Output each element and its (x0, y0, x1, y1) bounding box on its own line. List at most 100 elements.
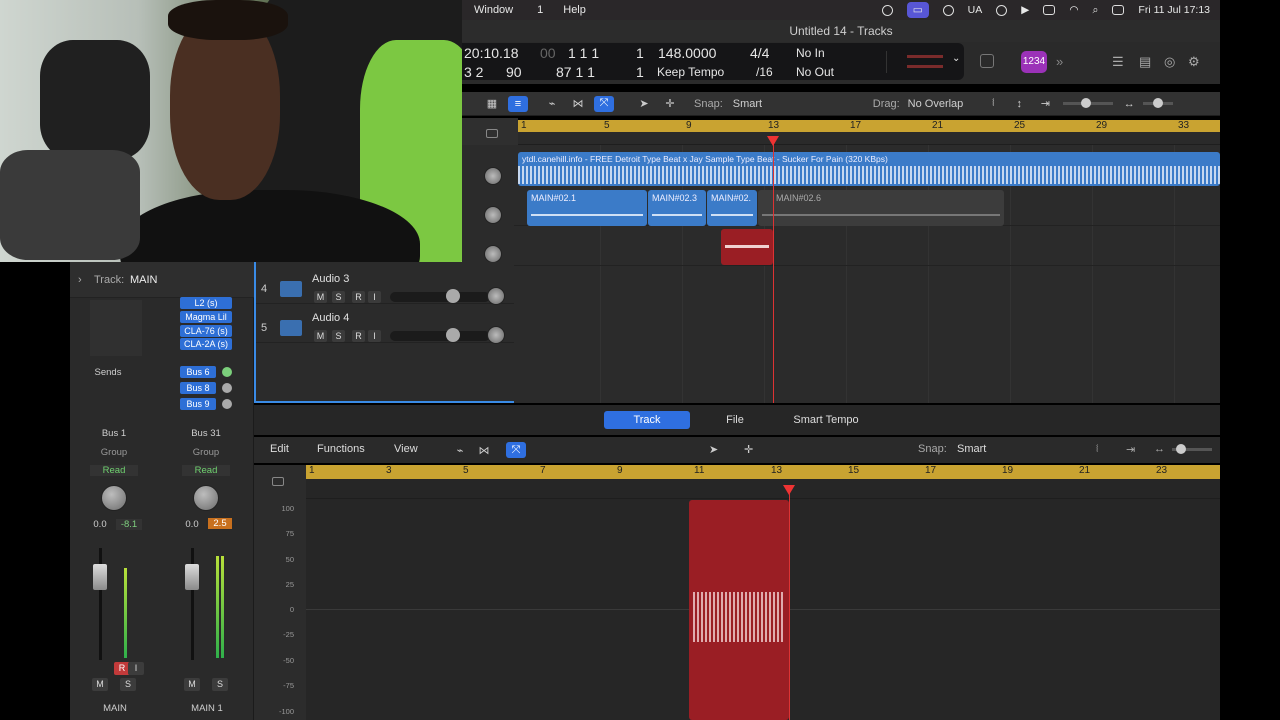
search-icon[interactable]: ⌕ (1093, 4, 1099, 17)
input-language[interactable]: UA (968, 4, 983, 16)
vertical-zoom-slider[interactable] (1063, 98, 1114, 108)
solo-button[interactable]: S (332, 330, 345, 342)
vertical-zoom-icon[interactable]: ↕ (1009, 96, 1029, 112)
zoom-slider[interactable] (1172, 444, 1212, 454)
audio-track-editor[interactable] (306, 479, 1220, 720)
clock[interactable]: Fri 11 Jul 17:13 (1138, 4, 1210, 16)
volume-slider[interactable] (390, 331, 490, 341)
record-button[interactable]: R (352, 330, 365, 342)
volume-slider[interactable] (390, 292, 490, 302)
mute-icon[interactable] (980, 54, 994, 68)
ch2-group[interactable]: Group (182, 447, 230, 458)
ch1-solo-button[interactable]: S (120, 678, 136, 691)
play-icon[interactable]: ▶ (1021, 4, 1029, 16)
plugin-slot[interactable]: CLA-76 (s) (180, 325, 232, 337)
lcd-tempo[interactable]: 148.0000 (658, 45, 716, 61)
snap-select[interactable]: Smart (957, 443, 986, 455)
flex-icon[interactable]: ⋈ (474, 442, 494, 458)
count-in-badge[interactable]: 1234 (1021, 51, 1047, 73)
ch2-fader[interactable] (185, 564, 199, 590)
pan-knob[interactable] (484, 167, 502, 185)
ch1-automation[interactable]: Read (90, 465, 138, 476)
global-tracks-icon[interactable] (486, 129, 498, 138)
audio-region-main6[interactable]: MAIN#02.6 (758, 190, 1004, 226)
menu-view[interactable]: View (394, 443, 418, 455)
sync-icon[interactable] (996, 4, 1008, 16)
screen-record-icon[interactable]: ▭ (906, 2, 929, 18)
send-slot[interactable]: Bus 6 (180, 366, 216, 378)
lcd-out[interactable]: No Out (796, 65, 834, 79)
pan-knob[interactable] (487, 287, 505, 305)
ch2-solo-button[interactable]: S (212, 678, 228, 691)
send-knob[interactable] (222, 367, 232, 377)
tab-smart-tempo[interactable]: Smart Tempo (782, 411, 870, 429)
pan-knob[interactable] (484, 245, 502, 263)
disclosure-icon[interactable]: › (78, 274, 82, 286)
record-button[interactable]: R (352, 291, 365, 303)
audio-region-beat[interactable]: ytdl.canehill.info - FREE Detroit Type B… (518, 152, 1220, 186)
input-button[interactable]: I (368, 330, 381, 342)
tab-file[interactable]: File (698, 411, 772, 429)
ch2-mute-button[interactable]: M (184, 678, 200, 691)
menu-functions[interactable]: Functions (317, 443, 365, 455)
ch2-automation[interactable]: Read (182, 465, 230, 476)
lcd-display[interactable]: 20:10.18 00 1 1 1 1 148.0000 4/4 No In 3… (462, 43, 964, 80)
audio-region-editor[interactable] (689, 500, 789, 720)
lcd-in[interactable]: No In (796, 46, 825, 60)
loops-icon[interactable]: ◎ (1164, 54, 1175, 70)
catch-icon[interactable]: ⤧ (594, 95, 614, 112)
input-monitor-button[interactable]: I (128, 662, 144, 675)
send-slot[interactable]: Bus 9 (180, 398, 216, 410)
volume-handle[interactable] (446, 328, 460, 342)
automation-icon[interactable]: ⌁ (450, 442, 470, 458)
waveform-zoom-icon[interactable]: ⧙ (1096, 443, 1098, 456)
pencil-tool-icon[interactable]: ✛ (744, 443, 753, 456)
snap-select[interactable]: Smart (733, 98, 853, 110)
mute-button[interactable]: M (314, 291, 327, 303)
empty-insert-slots[interactable] (90, 300, 142, 356)
playhead[interactable] (773, 136, 774, 403)
pan-knob[interactable] (487, 326, 505, 344)
track-name[interactable]: Audio 4 (312, 312, 349, 324)
mute-button[interactable]: M (314, 330, 327, 342)
track-name[interactable]: Audio 3 (312, 273, 349, 285)
audio-region-main3[interactable]: MAIN#02.3 (648, 190, 706, 226)
menu-1[interactable]: 1 (537, 4, 543, 16)
horizontal-zoom-icon[interactable]: ↔ (1154, 443, 1165, 455)
catch-icon[interactable]: ⤧ (506, 442, 526, 458)
chevron-down-icon[interactable]: ⌄ (952, 53, 960, 64)
lcd-tempo-mode[interactable]: Keep Tempo (657, 65, 724, 79)
wifi-icon[interactable]: ◠ (1069, 4, 1078, 16)
ch2-pan-knob[interactable] (193, 485, 219, 511)
ch1-fader[interactable] (93, 564, 107, 590)
tab-track[interactable]: Track (604, 411, 690, 429)
ch2-output[interactable]: Bus 31 (182, 428, 230, 439)
plugin-slot[interactable]: Magma Lil (180, 311, 232, 323)
pan-knob[interactable] (484, 206, 502, 224)
horizontal-zoom-slider[interactable] (1143, 98, 1174, 108)
waveform-zoom-icon[interactable]: ⧙ (983, 96, 1003, 112)
horizontal-fit-icon[interactable]: ⇥ (1035, 96, 1055, 112)
inspector-header[interactable]: › Track: MAIN (70, 262, 254, 298)
track-row[interactable]: 4 Audio 3 M S R I (256, 265, 514, 305)
ch1-group[interactable]: Group (90, 447, 138, 458)
ruler-top[interactable]: 1 5 9 13 17 21 25 29 33 (518, 120, 1220, 132)
battery-icon[interactable] (1043, 5, 1056, 15)
chevron-right-icon[interactable]: » (1056, 54, 1063, 69)
pointer-tool-icon[interactable]: ➤ (634, 96, 654, 112)
tool-icon[interactable] (881, 4, 893, 16)
horizontal-zoom-icon[interactable]: ↔ (1119, 96, 1139, 112)
ch1-output[interactable]: Bus 1 (90, 428, 138, 439)
flex-icon[interactable]: ⋈ (568, 96, 588, 112)
menu-edit[interactable]: Edit (270, 443, 289, 455)
plugin-slot[interactable]: L2 (s) (180, 297, 232, 309)
audio-region-main1[interactable]: MAIN#02.1 (527, 190, 647, 226)
audio-region-main2[interactable]: MAIN#02. (707, 190, 757, 226)
browser-icon[interactable]: ⚙ (1188, 54, 1200, 70)
menu-window[interactable]: Window (474, 4, 513, 16)
input-button[interactable]: I (368, 291, 381, 303)
automation-icon[interactable]: ⌁ (542, 96, 562, 112)
audio-region-red[interactable] (721, 229, 773, 265)
editor-playhead[interactable] (789, 487, 790, 720)
send-slot[interactable]: Bus 8 (180, 382, 216, 394)
